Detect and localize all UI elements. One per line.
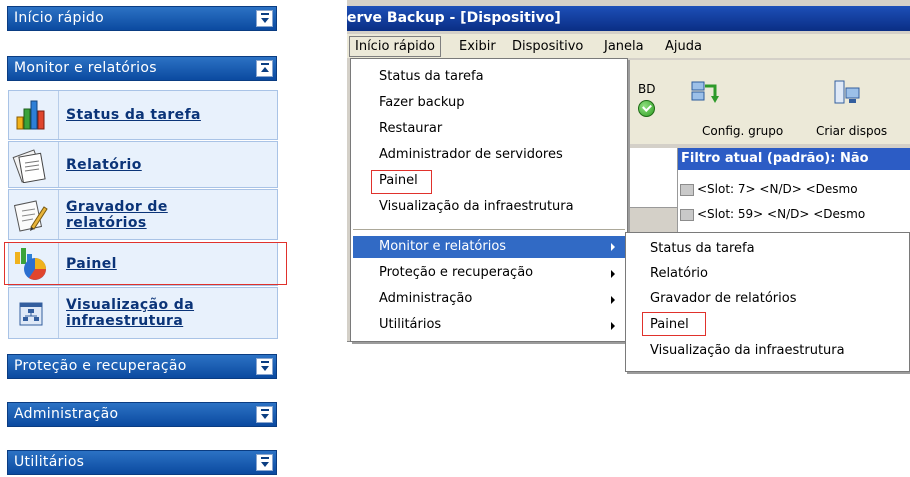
expand-icon[interactable] — [256, 406, 273, 423]
toolbar: ta BD Config. grupo Criar dispos — [597, 60, 910, 144]
monitor-submenu: Status da tarefa Relatório Gravador de r… — [625, 232, 910, 372]
menu-window[interactable]: Janela — [604, 39, 644, 54]
expand-icon[interactable] — [256, 358, 273, 375]
submenu-arrow-icon — [611, 270, 615, 278]
menu-item-job-status[interactable]: Status da tarefa — [379, 69, 484, 84]
nav-header-quick-start[interactable]: Início rápido — [7, 6, 277, 31]
nav-item-report[interactable]: Relatório — [8, 141, 278, 188]
highlight-dashboard-menu — [371, 170, 432, 194]
divider — [58, 190, 59, 239]
submenu-arrow-icon — [611, 322, 615, 330]
create-device-button[interactable]: Criar dispos — [816, 124, 887, 138]
divider — [58, 91, 59, 139]
divider — [58, 288, 59, 338]
nav-item-label[interactable]: Gravador de relatórios — [66, 199, 216, 231]
toolbar-db-label: BD — [638, 82, 656, 96]
quick-start-menu: Status da tarefa Fazer backup Restaurar … — [350, 58, 628, 342]
create-device-icon[interactable] — [832, 78, 862, 112]
nav-header-monitor[interactable]: Monitor e relatórios — [7, 56, 277, 81]
menu-item-label: Monitor e relatórios — [379, 239, 507, 254]
window-title: erve Backup - [Dispositivo] — [347, 6, 910, 31]
menu-item-utilities[interactable]: Utilitários — [379, 317, 441, 332]
list-item[interactable]: <Slot: 59> <N/D> <Desmo — [680, 207, 910, 221]
menu-view[interactable]: Exibir — [459, 39, 496, 54]
submenu-arrow-icon — [611, 296, 615, 304]
nav-header-label: Utilitários — [14, 454, 85, 470]
menu-item-infrastructure-view[interactable]: Visualização da infraestrutura — [379, 199, 574, 214]
nav-header-label: Administração — [14, 406, 119, 422]
menu-item-protection[interactable]: Proteção e recuperação — [379, 265, 533, 280]
nav-header-administration[interactable]: Administração — [7, 402, 277, 427]
collapse-icon[interactable] — [256, 60, 273, 77]
submenu-item-report[interactable]: Relatório — [650, 266, 708, 281]
menu-quick-start[interactable]: Início rápido — [349, 36, 441, 57]
tape-icon — [680, 183, 694, 196]
nav-item-label[interactable]: Relatório — [66, 157, 266, 173]
nav-item-label[interactable]: Status da tarefa — [66, 107, 266, 123]
nav-header-utilities[interactable]: Utilitários — [7, 450, 277, 475]
infrastructure-icon — [11, 295, 49, 331]
tape-icon — [680, 208, 694, 221]
filter-bar: Filtro atual (padrão): Não — [678, 148, 910, 170]
submenu-item-report-writer[interactable]: Gravador de relatórios — [650, 291, 796, 306]
config-group-icon[interactable] — [689, 78, 719, 112]
expand-icon[interactable] — [256, 454, 273, 471]
menu-device[interactable]: Dispositivo — [512, 39, 583, 54]
list-item[interactable]: <Slot: 7> <N/D> <Desmo — [680, 182, 910, 196]
menu-item-administration[interactable]: Administração — [379, 291, 472, 306]
divider — [58, 142, 59, 187]
highlight-dashboard-nav — [4, 242, 287, 285]
submenu-item-infrastructure-view[interactable]: Visualização da infraestrutura — [650, 343, 845, 358]
expand-icon[interactable] — [256, 10, 273, 27]
nav-header-label: Início rápido — [14, 10, 104, 26]
nav-item-infrastructure-view[interactable]: Visualização da infraestrutura — [8, 287, 278, 339]
report-writer-icon — [11, 197, 49, 233]
tree-pane[interactable] — [627, 148, 677, 208]
nav-header-label: Monitor e relatórios — [14, 60, 157, 76]
menu-item-restore[interactable]: Restaurar — [379, 121, 442, 136]
nav-header-protection[interactable]: Proteção e recuperação — [7, 354, 277, 379]
nav-item-report-writer[interactable]: Gravador de relatórios — [8, 189, 278, 240]
menu-item-monitor-reports[interactable]: Monitor e relatórios — [353, 236, 625, 258]
nav-header-label: Proteção e recuperação — [14, 358, 187, 374]
highlight-dashboard-submenu — [642, 312, 706, 336]
menu-item-backup[interactable]: Fazer backup — [379, 95, 465, 110]
report-icon — [11, 147, 49, 183]
menu-bar: Início rápido Exibir Dispositivo Janela … — [347, 34, 910, 58]
menu-help[interactable]: Ajuda — [665, 39, 702, 54]
submenu-arrow-icon — [611, 243, 615, 251]
menu-divider — [353, 229, 625, 230]
nav-item-job-status[interactable]: Status da tarefa — [8, 90, 278, 140]
nav-item-label[interactable]: Visualização da infraestrutura — [66, 297, 246, 329]
submenu-item-job-status[interactable]: Status da tarefa — [650, 241, 755, 256]
bar-chart-icon — [11, 97, 49, 133]
slot-label: <Slot: 7> <N/D> <Desmo — [697, 182, 858, 196]
check-icon[interactable] — [638, 100, 655, 117]
menu-item-server-admin[interactable]: Administrador de servidores — [379, 147, 563, 162]
slot-label: <Slot: 59> <N/D> <Desmo — [697, 207, 866, 221]
config-group-button[interactable]: Config. grupo — [702, 124, 783, 138]
